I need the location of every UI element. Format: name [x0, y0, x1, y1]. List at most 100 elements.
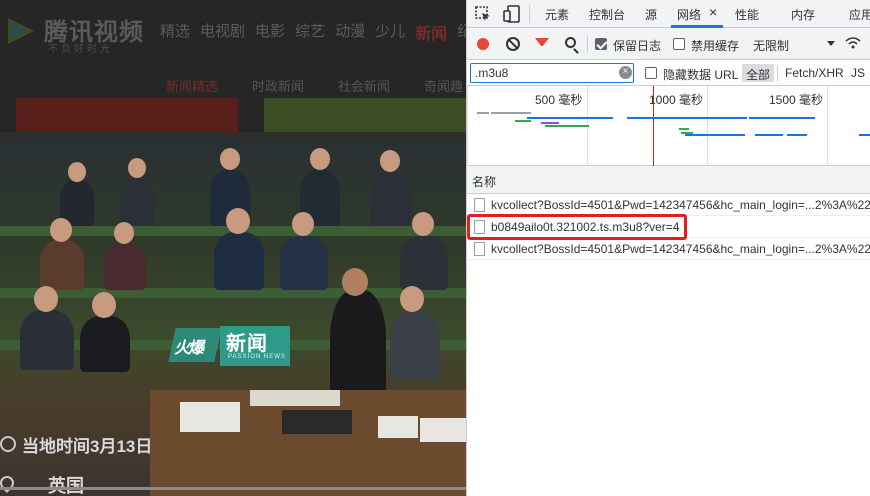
tab-console[interactable]: 控制台 — [589, 6, 625, 23]
waterfall-bar — [477, 112, 489, 114]
person-head — [412, 212, 434, 236]
site-nav: 精选 电视剧 电影 综艺 动漫 少儿 新闻 纪 — [160, 20, 466, 44]
timeline-overview[interactable]: 500 毫秒 1000 毫秒 1500 毫秒 — [467, 86, 870, 166]
ad-banner[interactable] — [16, 98, 238, 132]
caption-time-text: 当地时间3月13日 — [22, 437, 153, 456]
search-icon[interactable] — [565, 37, 576, 48]
logo-subtitle: PASSION NEWS — [228, 354, 286, 360]
hide-data-urls-label: 隐藏数据 URL — [663, 68, 739, 82]
chevron-down-icon[interactable] — [827, 41, 835, 46]
nav-item[interactable]: 电视剧 — [200, 20, 245, 44]
inspect-element-icon[interactable] — [474, 5, 492, 23]
waterfall-bar — [491, 112, 531, 114]
requests-header[interactable]: 名称 — [467, 166, 870, 194]
nav-item[interactable]: 少儿 — [375, 20, 405, 44]
tab-application[interactable]: 应用 — [849, 6, 870, 23]
clear-icon[interactable] — [506, 37, 520, 51]
person — [370, 172, 410, 226]
logo-slogan: 不负好时光 — [48, 44, 113, 55]
subnav-item[interactable]: 时政新闻 — [252, 76, 304, 95]
tab-elements[interactable]: 元素 — [545, 6, 569, 23]
request-name: kvcollect?BossId=4501&Pwd=142347456&hc_m… — [491, 198, 870, 212]
person-head — [128, 158, 146, 178]
tab-separator — [529, 5, 530, 23]
tab-network[interactable]: 网络 — [677, 6, 701, 23]
grid-line — [467, 86, 468, 166]
waterfall-bar — [527, 117, 613, 119]
disable-cache-checkbox[interactable] — [673, 38, 685, 50]
filter-separator — [777, 65, 778, 81]
person-head — [400, 286, 424, 312]
person-head — [34, 286, 58, 312]
logo-title: 新闻 — [226, 333, 268, 355]
name-column-header[interactable]: 名称 — [472, 173, 496, 190]
person-head — [292, 212, 314, 236]
type-filter-fetch-xhr[interactable]: Fetch/XHR — [781, 64, 848, 82]
nav-item-news[interactable]: 新闻 — [415, 20, 447, 44]
video-player[interactable]: 火爆 新闻 PASSION NEWS 当地时间3月13日 英国 — [0, 140, 466, 496]
close-tab-icon[interactable]: × — [709, 4, 717, 20]
type-filter-js[interactable]: JS — [847, 64, 869, 82]
subnav-item[interactable]: 奇闻趣 — [424, 76, 463, 95]
paper — [180, 402, 240, 432]
waterfall-bar — [627, 117, 747, 119]
record-icon[interactable] — [477, 38, 489, 50]
nav-item[interactable]: 动漫 — [335, 20, 365, 44]
throttling-select[interactable]: 无限制 — [753, 37, 789, 54]
filter-icon[interactable] — [535, 38, 549, 50]
divider — [0, 132, 466, 140]
person-head — [380, 150, 400, 172]
request-row[interactable]: kvcollect?BossId=4501&Pwd=142347456&hc_m… — [467, 194, 870, 216]
ad-banner[interactable] — [264, 98, 466, 132]
paper — [420, 418, 466, 442]
time-caption: 当地时间3月13日 — [0, 430, 200, 470]
waterfall-bar — [541, 122, 559, 124]
tick-label: 1000 毫秒 — [649, 93, 704, 107]
person — [214, 232, 264, 290]
tab-performance[interactable]: 性能 — [735, 6, 759, 23]
grid-line — [707, 86, 708, 166]
person-head — [226, 208, 250, 234]
progress-bar[interactable] — [0, 487, 466, 490]
device-toolbar-icon[interactable] — [503, 5, 521, 23]
nav-item[interactable]: 综艺 — [295, 20, 325, 44]
nav-item[interactable]: 精选 — [160, 20, 190, 44]
tab-memory[interactable]: 内存 — [791, 6, 815, 23]
clear-filter-icon[interactable]: × — [619, 66, 632, 79]
subnav-item-active[interactable]: 新闻精选 — [166, 76, 218, 95]
site-logo[interactable]: 腾讯视频 不负好时光 — [4, 8, 154, 55]
load-event-line — [653, 86, 654, 166]
hide-data-urls-checkbox[interactable] — [645, 67, 657, 79]
request-name: kvcollect?BossId=4501&Pwd=142347456&hc_m… — [491, 242, 870, 256]
document-icon — [474, 242, 485, 256]
paper — [378, 416, 418, 438]
tick-label: 500 毫秒 — [535, 93, 583, 107]
waterfall-bar — [545, 125, 589, 127]
request-row[interactable]: kvcollect?BossId=4501&Pwd=142347456&hc_m… — [467, 238, 870, 260]
filter-bar: × 隐藏数据 URL 全部 Fetch/XHR JS — [467, 60, 870, 86]
subnav-item[interactable]: 社会新闻 — [338, 76, 390, 95]
video-site-page: 腾讯视频 不负好时光 精选 电视剧 电影 综艺 动漫 少儿 新闻 纪 新闻精选 … — [0, 0, 466, 496]
play-logo-icon — [8, 18, 34, 44]
person-head — [310, 148, 330, 170]
nav-item[interactable]: 纪 — [457, 20, 466, 44]
tab-sources[interactable]: 源 — [645, 6, 657, 23]
waterfall-bar — [515, 120, 531, 122]
type-filter-all[interactable]: 全部 — [742, 64, 775, 82]
devtools-panel: 元素 控制台 源 网络 × 性能 内存 应用 保留日志 禁用缓存 无限制 .m3… — [466, 0, 870, 496]
grid-line — [827, 86, 828, 166]
preserve-log-checkbox[interactable] — [595, 38, 607, 50]
person-head — [220, 148, 240, 170]
highlight-annotation-box — [467, 214, 687, 240]
person-head — [68, 162, 86, 182]
network-toolbar: 保留日志 禁用缓存 无限制 — [467, 28, 870, 60]
disable-cache-label: 禁用缓存 — [691, 39, 740, 53]
filter-input[interactable] — [470, 63, 634, 83]
nav-item[interactable]: 电影 — [255, 20, 285, 44]
network-conditions-icon[interactable] — [845, 36, 861, 50]
dispatch-box — [282, 410, 352, 434]
waterfall-bar — [859, 134, 870, 136]
person — [20, 310, 74, 370]
person — [280, 236, 328, 290]
person — [104, 244, 146, 290]
